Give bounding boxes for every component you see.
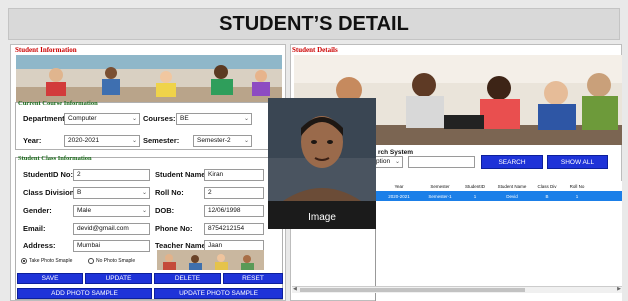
col-roll-no[interactable]: Roll No: [562, 184, 592, 189]
class-division-label: Class Division:: [23, 188, 77, 197]
update-photo-sample-button[interactable]: UPDATE PHOTO SAMPLE: [154, 288, 283, 299]
scroll-right-icon[interactable]: ▶: [617, 286, 621, 292]
dob-input[interactable]: 12/06/1998: [204, 205, 264, 217]
chevron-down-icon: ⌄: [141, 208, 147, 214]
teacher-name-label: Teacher Name:: [155, 241, 209, 250]
roll-no-label: Roll No:: [155, 188, 184, 197]
course-info-heading: Current Course Information: [18, 100, 98, 107]
gender-value: Male: [77, 207, 92, 214]
radio-unselected-icon: [88, 258, 94, 264]
take-photo-label: Take Photo Smaple: [29, 258, 73, 264]
image-caption: Image: [308, 212, 336, 223]
year-value: 2020-2021: [68, 137, 100, 144]
cell-semester: Semester-1: [428, 193, 452, 199]
table-header: Year Semester StudentID Student Name Cla…: [376, 181, 622, 191]
department-label: Department:: [23, 114, 68, 123]
cell-student-name: Devid: [506, 193, 518, 199]
search-input[interactable]: [408, 156, 475, 168]
phone-label: Phone No:: [155, 224, 193, 233]
studentid-input[interactable]: 2: [73, 169, 150, 181]
chevron-down-icon: ⌄: [243, 138, 249, 144]
class-info-heading: Student Class Information: [18, 155, 92, 162]
department-value: Computer: [68, 115, 97, 122]
student-name-label: Student Name:: [155, 170, 208, 179]
classroom-banner-image: [16, 55, 282, 102]
gender-label: Gender:: [23, 206, 52, 215]
cell-roll-no: 1: [575, 193, 579, 199]
no-photo-label: No Photo Smaple: [96, 258, 136, 264]
student-table[interactable]: Year Semester StudentID Student Name Cla…: [375, 181, 622, 301]
scrollbar-thumb[interactable]: [300, 288, 525, 292]
student-name-input[interactable]: Kiran: [204, 169, 264, 181]
dob-label: DOB:: [155, 206, 175, 215]
add-photo-sample-button[interactable]: ADD PHOTO SAMPLE: [17, 288, 152, 299]
chevron-down-icon: ⌄: [243, 116, 249, 122]
semester-select[interactable]: Semester-2 ⌄: [193, 135, 252, 147]
search-by-value: ption: [376, 158, 391, 165]
year-select[interactable]: 2020-2021 ⌄: [64, 135, 140, 147]
horizontal-scrollbar[interactable]: ◀ ▶: [292, 286, 622, 293]
chevron-down-icon: ⌄: [394, 159, 400, 165]
take-photo-radio[interactable]: Take Photo Smaple: [21, 258, 72, 264]
student-face-image: [268, 98, 376, 229]
studentid-label: StudentID No:: [23, 170, 73, 179]
phone-input[interactable]: 8754212154: [204, 223, 264, 235]
roll-no-input[interactable]: 2: [204, 187, 264, 199]
semester-label: Semester:: [143, 136, 180, 145]
class-division-select[interactable]: B ⌄: [73, 187, 150, 199]
student-details-heading: Student Details: [292, 46, 338, 54]
col-studentid[interactable]: StudentID: [458, 184, 492, 189]
cell-studentid: 1: [473, 193, 477, 199]
address-input[interactable]: Mumbai: [73, 240, 150, 252]
gender-select[interactable]: Male ⌄: [73, 205, 150, 217]
classroom-strip-image: [157, 250, 264, 270]
no-photo-radio[interactable]: No Photo Smaple: [88, 258, 135, 264]
class-division-value: B: [77, 189, 82, 196]
cell-year: 2020-2021: [388, 193, 410, 199]
email-label: Email:: [23, 224, 46, 233]
save-button[interactable]: SAVE: [17, 273, 83, 284]
page-title: STUDENT’S DETAIL: [8, 8, 620, 40]
address-label: Address:: [23, 241, 56, 250]
chevron-down-icon: ⌄: [141, 190, 147, 196]
year-label: Year:: [23, 136, 42, 145]
delete-button[interactable]: DELETE: [154, 273, 221, 284]
courses-value: BE: [180, 115, 189, 122]
search-button[interactable]: SEARCH: [481, 155, 543, 169]
semester-value: Semester-2: [197, 137, 231, 144]
chevron-down-icon: ⌄: [131, 116, 137, 122]
email-input[interactable]: devid@gmail.com: [73, 223, 150, 235]
department-select[interactable]: Computer ⌄: [64, 113, 140, 125]
scroll-left-icon[interactable]: ◀: [293, 286, 297, 292]
courses-label: Courses:: [143, 114, 176, 123]
col-semester[interactable]: Semester: [422, 184, 458, 189]
student-information-heading: Student Information: [15, 46, 77, 54]
table-row[interactable]: 2020-2021 Semester-1 1 Devid B 1: [376, 191, 622, 201]
radio-selected-icon: [21, 258, 27, 264]
student-photo-overlay: Image: [268, 98, 376, 229]
search-system-heading: rch System: [378, 149, 414, 156]
col-student-name[interactable]: Student Name: [492, 184, 532, 189]
cell-class-div: B: [545, 193, 549, 199]
reset-button[interactable]: RESET: [223, 273, 283, 284]
courses-select[interactable]: BE ⌄: [176, 113, 252, 125]
show-all-button[interactable]: SHOW ALL: [547, 155, 608, 169]
chevron-down-icon: ⌄: [131, 138, 137, 144]
col-year[interactable]: Year: [376, 184, 422, 189]
update-button[interactable]: UPDATE: [85, 273, 152, 284]
col-class-div[interactable]: Class Div: [532, 184, 562, 189]
search-by-select[interactable]: ption ⌄: [372, 156, 403, 168]
